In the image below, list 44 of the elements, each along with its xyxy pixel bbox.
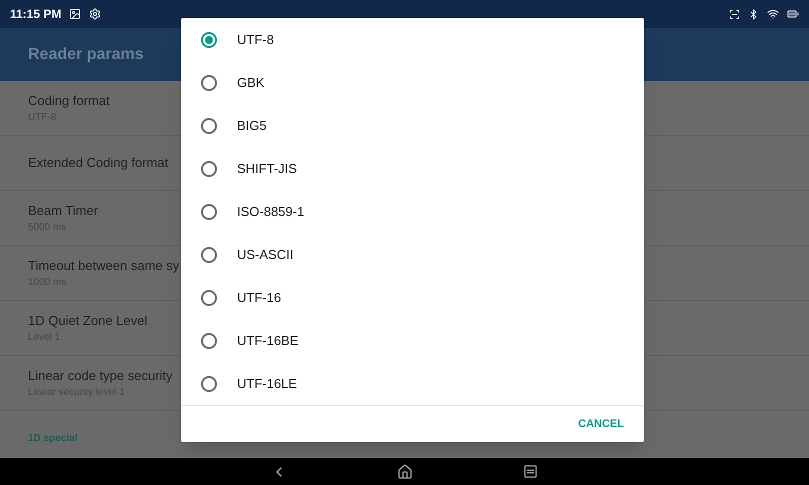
- radio-option[interactable]: US-ASCII: [181, 233, 644, 276]
- app-title: Reader params: [28, 44, 144, 64]
- radio-option[interactable]: UTF-16LE: [181, 362, 644, 405]
- radio-option[interactable]: UTF-8: [181, 18, 644, 61]
- option-label: UTF-8: [237, 30, 274, 49]
- setting-title: Linear code type security: [28, 366, 173, 385]
- cancel-button[interactable]: CANCEL: [572, 412, 630, 436]
- radio-option[interactable]: GBK: [181, 61, 644, 104]
- radio-button[interactable]: [201, 32, 217, 48]
- setting-title: Extended Coding format: [28, 154, 168, 172]
- radio-option[interactable]: UTF-16BE: [181, 319, 644, 362]
- radio-button[interactable]: [201, 204, 217, 220]
- radio-button[interactable]: [201, 290, 217, 306]
- option-label: ISO-8859-1: [237, 202, 304, 221]
- radio-option[interactable]: ISO-8859-1: [181, 190, 644, 233]
- radio-button[interactable]: [201, 74, 217, 90]
- option-label: US-ASCII: [237, 246, 294, 264]
- option-label: GBK: [237, 74, 264, 92]
- radio-button[interactable]: [201, 332, 217, 348]
- setting-title: 1D Quiet Zone Level: [28, 312, 148, 330]
- image-icon: [69, 8, 82, 20]
- option-label: UTF-16BE: [237, 332, 298, 350]
- radio-option[interactable]: BIG5: [181, 104, 644, 147]
- radio-button[interactable]: [201, 246, 217, 262]
- radio-button[interactable]: [201, 160, 217, 176]
- screenshot-icon: [729, 8, 740, 20]
- setting-title: Coding format: [28, 92, 110, 110]
- setting-title: Timeout between same sy: [28, 256, 180, 275]
- option-label: SHIFT-JIS: [237, 160, 297, 178]
- home-icon[interactable]: [397, 464, 413, 480]
- bluetooth-icon: [748, 8, 759, 20]
- option-label: BIG5: [237, 116, 267, 135]
- settings-icon: [89, 8, 102, 20]
- radio-option[interactable]: UTF-16: [181, 276, 644, 319]
- radio-option[interactable]: SHIFT-JIS: [181, 147, 644, 190]
- radio-button[interactable]: [201, 376, 217, 392]
- setting-title: Beam Timer: [28, 202, 98, 220]
- battery-icon: [787, 8, 799, 20]
- radio-button[interactable]: [201, 118, 217, 134]
- option-label: UTF-16LE: [237, 374, 297, 393]
- recents-icon[interactable]: [523, 464, 538, 479]
- status-time: 11:15 PM: [10, 6, 62, 23]
- option-label: UTF-16: [237, 288, 282, 307]
- category-title: 1D special: [28, 433, 78, 444]
